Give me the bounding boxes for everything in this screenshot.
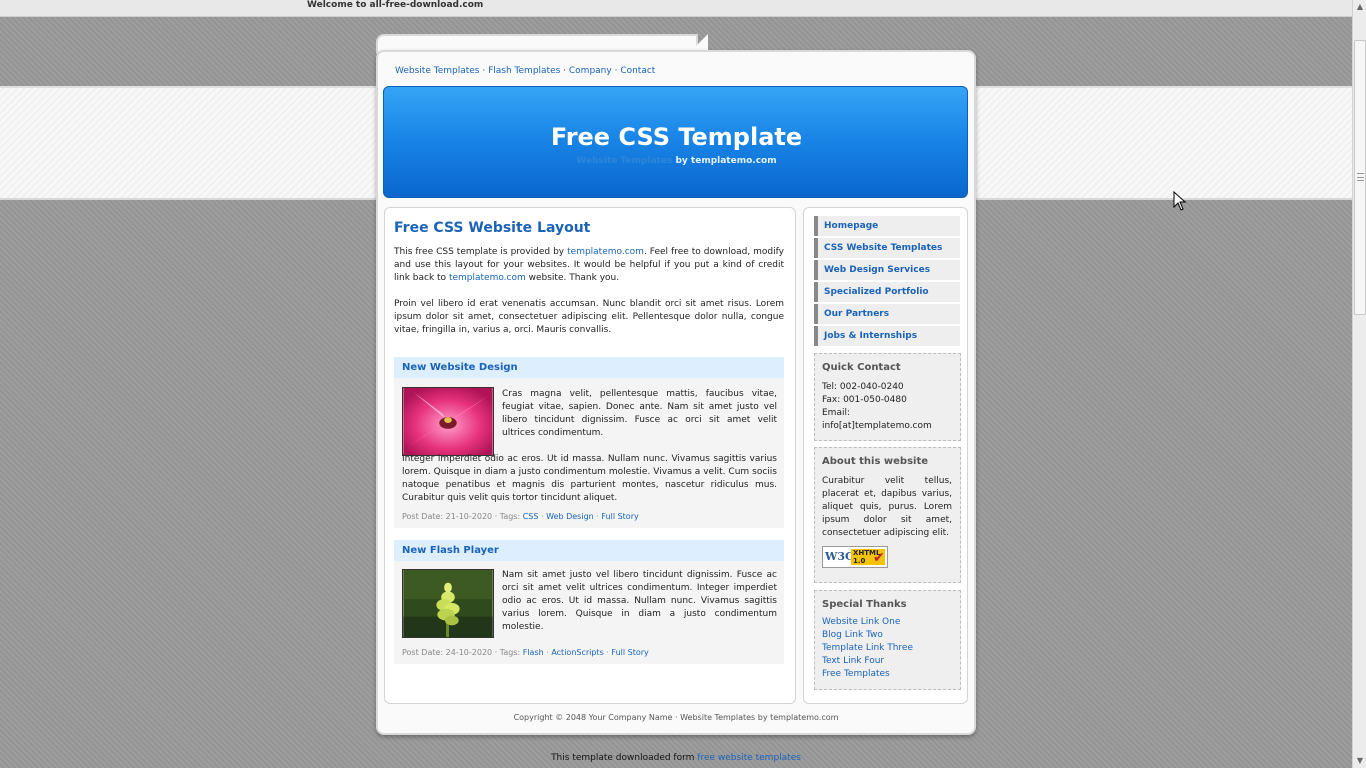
special-thanks-title: Special Thanks — [822, 599, 907, 610]
plant-photo — [402, 569, 494, 638]
bottom-note: This template downloaded form free websi… — [0, 753, 1352, 763]
content-paragraph: Proin vel libero id erat venenatis accum… — [394, 299, 784, 335]
about-title: About this website — [822, 456, 929, 467]
flower-photo — [402, 387, 494, 456]
contact-tel: Tel: 002-040-0240 — [822, 382, 904, 392]
about-text: Curabitur velit tellus, placerat et, dap… — [822, 476, 952, 538]
tag-link-web-design[interactable]: Web Design — [546, 512, 594, 521]
tag-link-flash[interactable]: Flash — [523, 648, 544, 657]
post-body: Cras magna velit, pellentesque mattis, f… — [394, 378, 784, 528]
nav-website-templates[interactable]: Website Templates — [395, 66, 480, 76]
thanks-link-template-three[interactable]: Template Link Three — [822, 642, 952, 655]
contact-email: Email: info[at]templatemo.com — [822, 408, 932, 431]
sidebar-item-our-partners[interactable]: Our Partners — [814, 304, 960, 324]
tag-link-css[interactable]: CSS — [523, 512, 539, 521]
xhtml-version: 1.0 — [853, 557, 866, 565]
about-box: About this website Curabitur velit tellu… — [814, 447, 961, 583]
scrollbar-thumb[interactable] — [1354, 40, 1366, 315]
contact-fax: Fax: 001-050-0480 — [822, 395, 907, 405]
full-story-link[interactable]: Full Story — [601, 512, 638, 521]
intro-link-templatemo[interactable]: templatemo.com — [567, 247, 644, 257]
intro-text: website. Thank you. — [525, 273, 620, 283]
thanks-link-free-templates[interactable]: Free Templates — [822, 668, 952, 681]
footer-copyright: Copyright © 2048 Your Company Name · Web… — [513, 713, 839, 722]
post-date: Post Date: 21-10-2020 · Tags: — [402, 512, 523, 521]
sidebar-item-web-design-services[interactable]: Web Design Services — [814, 260, 960, 280]
top-navigation: Website Templates · Flash Templates · Co… — [395, 66, 655, 76]
quick-contact-title: Quick Contact — [822, 362, 901, 373]
post-meta: Post Date: 21-10-2020 · Tags: CSS · Web … — [402, 512, 639, 521]
special-thanks-links: Website Link One Blog Link Two Template … — [822, 616, 952, 681]
scroll-grip-icon — [1357, 173, 1364, 181]
meta-separator: · — [538, 512, 547, 521]
w3c-logo-text: W3C — [825, 550, 854, 563]
thanks-link-blog-two[interactable]: Blog Link Two — [822, 629, 952, 642]
sidebar-item-jobs-internships[interactable]: Jobs & Internships — [814, 326, 960, 346]
sidebar-item-homepage[interactable]: Homepage — [814, 216, 960, 236]
sidebar-item-css-website-templates[interactable]: CSS Website Templates — [814, 238, 960, 258]
welcome-text: Welcome to all-free-download.com — [307, 0, 484, 10]
thanks-link-text-four[interactable]: Text Link Four — [822, 655, 952, 668]
post-text: Cras magna velit, pellentesque mattis, f… — [502, 389, 777, 438]
bottom-note-text: This template downloaded form — [551, 753, 698, 763]
welcome-bar: Welcome to all-free-download.com — [0, 0, 1352, 17]
free-website-templates-link[interactable]: free website templates — [697, 753, 801, 763]
post-title-new-website-design[interactable]: New Website Design — [394, 357, 784, 378]
intro-link-templatemo[interactable]: templatemo.com — [449, 273, 526, 283]
sidebar-item-specialized-portfolio[interactable]: Specialized Portfolio — [814, 282, 960, 302]
thanks-link-website-one[interactable]: Website Link One — [822, 616, 952, 629]
check-icon: ✔ — [873, 550, 885, 566]
scroll-up-arrow-icon[interactable]: ▲ — [1353, 0, 1366, 14]
quick-contact-box: Quick Contact Tel: 002-040-0240 Fax: 001… — [814, 353, 961, 441]
content-title: Free CSS Website Layout — [394, 220, 591, 236]
mouse-pointer-icon — [1173, 191, 1187, 211]
subtitle-faint-text: Website Templates — [576, 156, 673, 166]
tag-link-actionscripts[interactable]: ActionScripts — [551, 648, 603, 657]
page-scrollbar[interactable]: ▲ ▼ — [1352, 0, 1366, 768]
full-story-link[interactable]: Full Story — [611, 648, 648, 657]
nav-flash-templates[interactable]: Flash Templates — [488, 66, 560, 76]
w3c-xhtml-badge[interactable]: W3C XHTML 1.0 ✔ — [822, 546, 888, 568]
post-text: Nam sit amet justo vel libero tincidunt … — [502, 570, 777, 632]
intro-text: This free CSS template is provided by — [394, 247, 568, 257]
nav-contact[interactable]: Contact — [620, 66, 655, 76]
post-title-new-flash-player[interactable]: New Flash Player — [394, 540, 784, 561]
post-text: Integer imperdiet odio ac eros. Ut id ma… — [402, 454, 777, 503]
site-subtitle: Website Templates by templatemo.com — [384, 156, 969, 166]
site-header: Free CSS Template Website Templates by t… — [383, 86, 968, 198]
special-thanks-box: Special Thanks Website Link One Blog Lin… — [814, 590, 961, 690]
nav-separator: · — [560, 66, 569, 76]
nav-company[interactable]: Company — [569, 66, 612, 76]
post-body: Nam sit amet justo vel libero tincidunt … — [394, 561, 784, 664]
post-date: Post Date: 24-10-2020 · Tags: — [402, 648, 523, 657]
subtitle-text: by templatemo.com — [672, 156, 777, 166]
post-meta: Post Date: 24-10-2020 · Tags: Flash · Ac… — [402, 648, 649, 657]
scroll-down-arrow-icon[interactable]: ▼ — [1353, 754, 1366, 768]
site-title: Free CSS Template — [550, 123, 803, 151]
intro-paragraph: This free CSS template is provided by te… — [394, 246, 784, 285]
nav-separator: · — [479, 66, 489, 76]
